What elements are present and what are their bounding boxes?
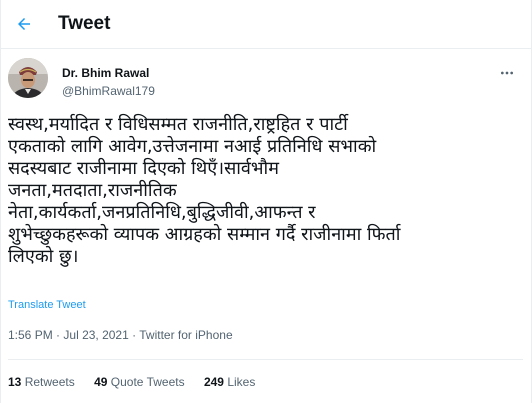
author-name[interactable]: Dr. Bhim Rawal — [62, 66, 149, 80]
more-horizontal-icon — [501, 71, 513, 75]
avatar-photo — [8, 58, 48, 98]
tweet-page: Tweet Dr. Bhim Rawal @BhimRawal179 स्वस्… — [0, 0, 532, 403]
translate-tweet-link[interactable]: Translate Tweet — [8, 299, 86, 311]
tweet-time[interactable]: 1:56 PM — [8, 328, 53, 342]
engagement-stats: 13 Retweets 49 Quote Tweets 249 Likes — [8, 375, 255, 389]
likes-label: Likes — [227, 375, 256, 389]
page-title: Tweet — [58, 13, 111, 34]
tweet-metadata: 1:56 PM · Jul 23, 2021 · Twitter for iPh… — [8, 328, 233, 342]
author-handle[interactable]: @BhimRawal179 — [62, 84, 155, 98]
likes-count: 249 — [203, 375, 224, 389]
page-header: Tweet — [1, 0, 531, 48]
header-divider — [1, 48, 531, 49]
likes-stat[interactable]: 249 Likes — [204, 375, 255, 389]
more-button[interactable] — [494, 60, 520, 86]
retweets-count: 13 — [8, 375, 22, 389]
tweet-date[interactable]: Jul 23, 2021 — [63, 328, 128, 342]
quote-tweets-stat[interactable]: 49 Quote Tweets — [94, 375, 185, 389]
avatar[interactable] — [8, 58, 48, 98]
retweets-label: Retweets — [24, 375, 75, 389]
quote-tweets-count: 49 — [94, 375, 108, 389]
back-button[interactable] — [9, 9, 39, 39]
retweets-stat[interactable]: 13 Retweets — [8, 375, 75, 389]
meta-separator: · — [56, 328, 61, 342]
stats-divider — [8, 359, 523, 360]
quote-tweets-label: Quote Tweets — [110, 375, 185, 389]
tweet-source[interactable]: Twitter for iPhone — [139, 328, 232, 342]
arrow-left-icon — [18, 18, 30, 30]
meta-separator: · — [132, 328, 137, 342]
tweet-text: स्वस्थ,मर्यादित र विधिसम्मत राजनीति,राष्… — [8, 114, 401, 267]
